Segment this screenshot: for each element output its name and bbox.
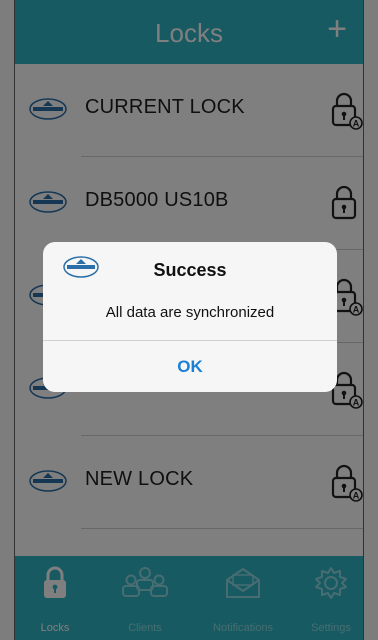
dialog-title: Success: [153, 260, 227, 280]
app-window: Locks + CURRENT LOCK A: [14, 0, 364, 640]
screen: Locks + CURRENT LOCK A: [0, 0, 378, 640]
ok-button[interactable]: OK: [43, 341, 337, 392]
dialog-message: All data are synchronized: [105, 304, 275, 321]
success-dialog: Success All data are synchronized OK: [43, 242, 337, 392]
